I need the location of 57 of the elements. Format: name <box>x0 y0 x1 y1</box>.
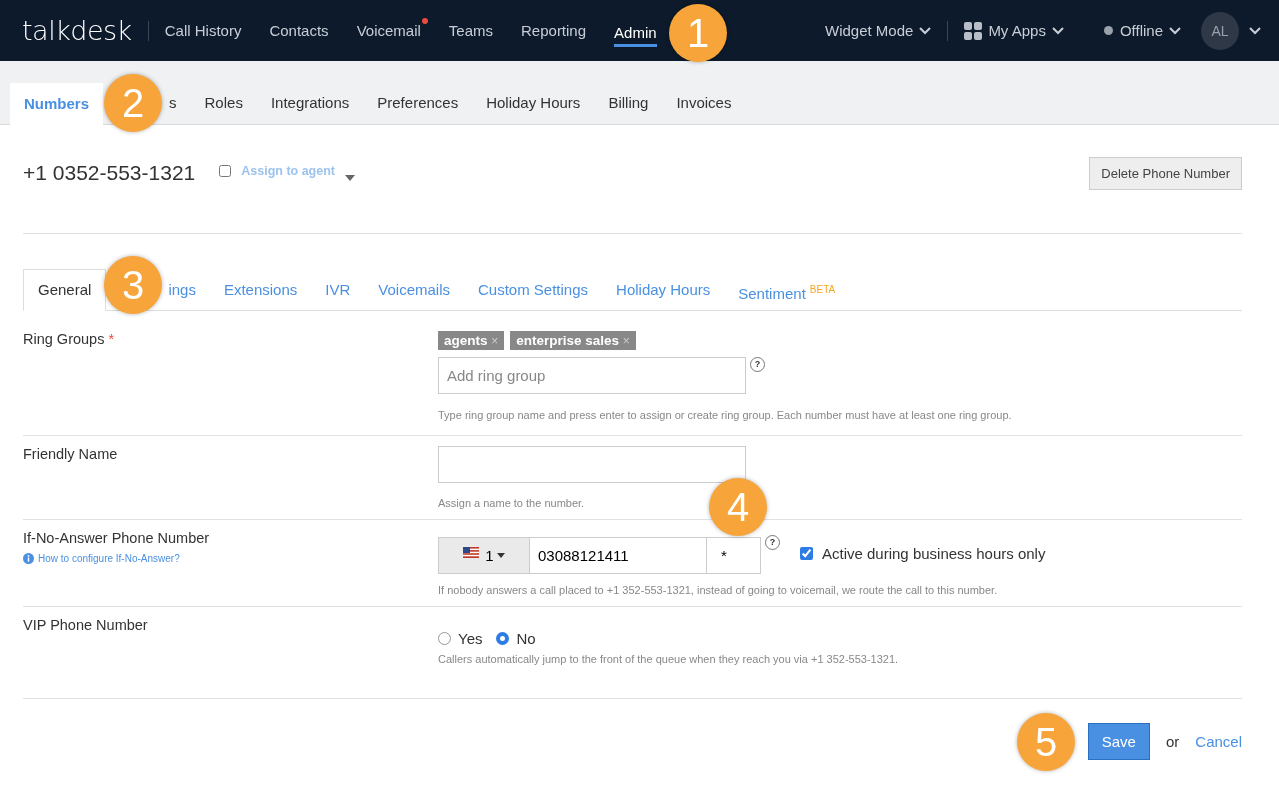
nav-link[interactable]: Voicemail <box>356 16 421 45</box>
field-label: If-No-Answer Phone Number <box>23 530 210 546</box>
chevron-icon <box>919 26 932 35</box>
phone-number-title: +1 0352-553-1321 <box>23 160 196 185</box>
help-link[interactable]: How to configure If-No-Answer? <box>38 553 180 564</box>
step-marker: 4 <box>709 478 767 536</box>
delete-button[interactable]: Delete Phone Number <box>1089 156 1242 190</box>
nav-link[interactable]: Reporting <box>521 16 587 45</box>
country-code-dropdown[interactable]: 1 <box>438 537 530 574</box>
or-text: or <box>1165 733 1180 750</box>
assign-checkbox[interactable] <box>219 165 232 177</box>
tag: agents × <box>438 331 505 350</box>
checkbox-label: Active during business hours only <box>822 545 1046 562</box>
input-field[interactable] <box>438 446 746 483</box>
grid-icon <box>964 21 983 40</box>
caret-icon[interactable] <box>345 175 355 181</box>
step-marker: 3 <box>104 256 162 314</box>
tab[interactable]: Preferences <box>363 82 473 124</box>
radio-button[interactable] <box>438 632 451 645</box>
help-text: Type ring group name and press enter to assign or create ring group. Each number must have at least one ring group. <box>438 409 1013 421</box>
radio-label: No <box>516 630 536 647</box>
field-label: Ring Groups * <box>23 331 115 347</box>
help-text: Assign a name to the number. <box>438 497 586 509</box>
field-label: Friendly Name <box>23 446 118 462</box>
phone-field[interactable]: 03088121411 <box>530 537 707 574</box>
tab[interactable]: Invoices <box>662 82 746 124</box>
checkbox[interactable] <box>800 547 813 560</box>
widget-mode-dropdown[interactable]: Widget Mode <box>825 22 932 39</box>
input-field[interactable]: Add ring group <box>438 357 746 394</box>
tab[interactable]: Billing <box>594 82 663 124</box>
avatar[interactable]: AL <box>1201 11 1239 50</box>
step-marker: 5 <box>1017 713 1075 771</box>
nav-link[interactable]: Teams <box>448 16 493 45</box>
flag-icon <box>463 547 480 558</box>
extension-field[interactable]: * <box>707 537 761 574</box>
radio-label: Yes <box>458 630 483 647</box>
info-icon <box>23 553 34 564</box>
help-text: Callers automatically jump to the front of the queue when they reach you via +1 352-553-1321. <box>438 653 900 665</box>
chevron-icon[interactable] <box>1249 26 1261 35</box>
logo[interactable]: talkdesk <box>22 15 132 46</box>
tab[interactable]: s <box>167 82 191 124</box>
tab[interactable]: Integrations <box>256 82 364 124</box>
my-apps-dropdown[interactable]: My Apps <box>988 22 1064 39</box>
status-dropdown[interactable]: Offline <box>1119 22 1181 39</box>
tag: enterprise sales × <box>510 331 636 350</box>
tab[interactable]: Roles <box>190 82 257 124</box>
chevron-icon <box>1051 26 1064 35</box>
status-dot <box>1103 26 1113 35</box>
help-text: If nobody answers a call placed to +1 352-553-1321, instead of going to voicemail, we route the call to this number. <box>438 584 999 596</box>
field-label: VIP Phone Number <box>23 617 148 633</box>
chevron-icon <box>1169 26 1181 35</box>
tab[interactable]: Holiday Hours <box>472 82 595 124</box>
caret-icon <box>496 553 505 558</box>
nav-link[interactable]: Admin <box>614 17 657 47</box>
radio-button[interactable] <box>496 632 510 645</box>
nav-link[interactable]: Contacts <box>269 16 329 45</box>
nav-link[interactable]: Call History <box>164 16 242 45</box>
